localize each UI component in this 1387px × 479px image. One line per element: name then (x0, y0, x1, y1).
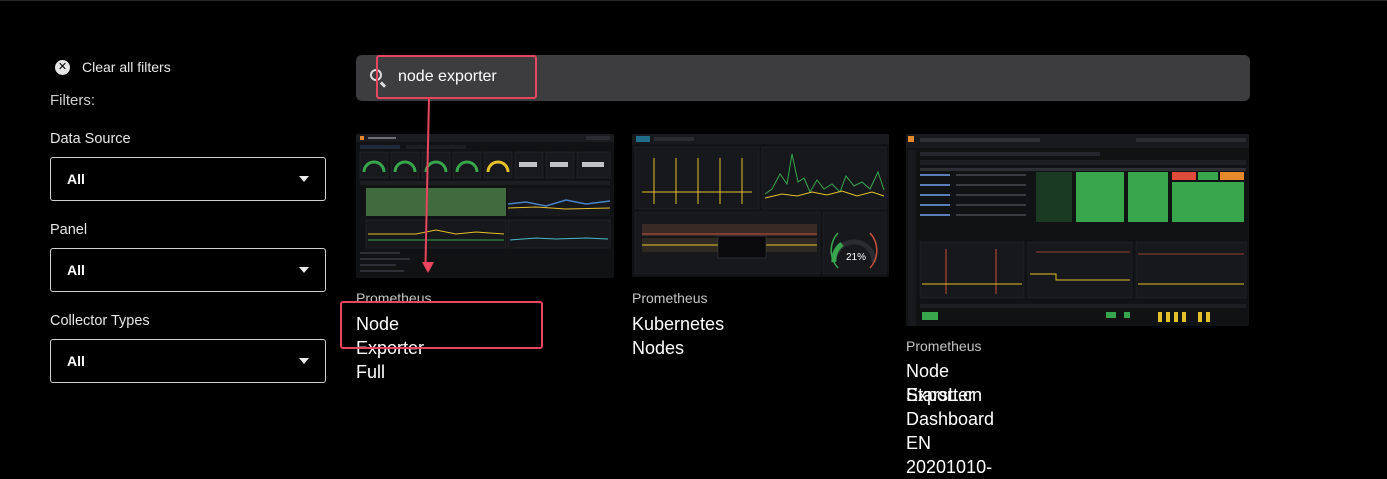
dashboard-thumbnail: 21% (632, 134, 889, 277)
panel-select[interactable]: All (50, 248, 326, 292)
collector-types-select[interactable]: All (50, 339, 326, 383)
filter-label-data-source: Data Source (50, 131, 131, 147)
dashboard-thumbnail (356, 134, 614, 278)
close-circle-icon: ✕ (55, 59, 70, 75)
filter-label-collector-types: Collector Types (50, 313, 150, 329)
chevron-down-icon (299, 267, 309, 273)
annotation-arrow-head (422, 262, 434, 273)
clear-all-filters-label: Clear all filters (82, 59, 171, 75)
filter-label-panel: Panel (50, 222, 88, 238)
card-title[interactable]: Kubernetes Nodes (632, 312, 724, 360)
chevron-down-icon (299, 358, 309, 364)
title-highlight-box (340, 301, 543, 349)
dashboard-thumbnail (906, 134, 1249, 326)
filters-heading: Filters: (50, 92, 95, 109)
collector-types-select-value: All (67, 353, 85, 369)
clear-all-filters-button[interactable]: ✕ Clear all filters (55, 59, 171, 75)
gauge-value: 21% (846, 252, 866, 263)
card-data-source: Prometheus (632, 290, 708, 306)
data-source-select-value: All (67, 171, 85, 187)
data-source-select[interactable]: All (50, 157, 326, 201)
card-data-source: Prometheus (906, 338, 982, 354)
search-highlight-box (376, 55, 537, 99)
top-divider (0, 0, 1387, 1)
chevron-down-icon (299, 176, 309, 182)
card-title-line-1[interactable]: Node Exporter Dashboard EN 20201010- (906, 359, 994, 479)
panel-select-value: All (67, 262, 85, 278)
card-title-line-2[interactable]: StarsL.cn (906, 383, 982, 407)
